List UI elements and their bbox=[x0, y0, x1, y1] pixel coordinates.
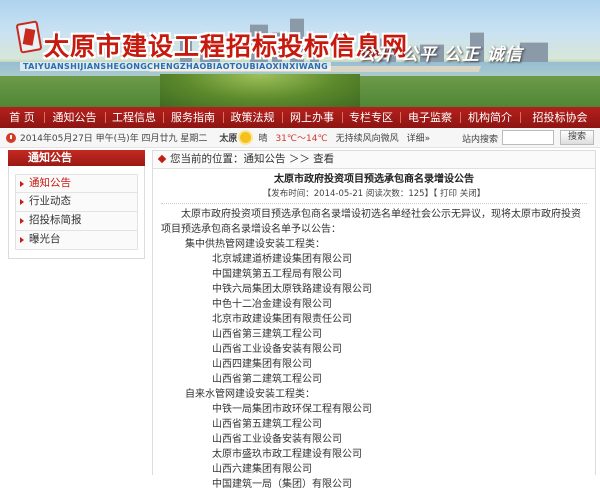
nav-association[interactable]: 招投标协会 bbox=[520, 107, 600, 128]
weather-condition: 晴 bbox=[258, 134, 268, 144]
company-item: 中国建筑第五工程局有限公司 bbox=[212, 269, 342, 280]
site-logo-icon bbox=[15, 20, 43, 54]
sidebar-item-industry-news[interactable]: 行业动态 bbox=[15, 193, 138, 212]
sidebar-item-exposure[interactable]: 曝光台 bbox=[15, 231, 138, 250]
arrow-right-icon bbox=[20, 218, 24, 224]
nav-online-service[interactable]: 网上办事 bbox=[282, 107, 342, 128]
weather-temperature: 31℃～14℃ bbox=[275, 134, 328, 144]
arrow-right-icon bbox=[20, 199, 24, 205]
nav-home[interactable]: 首 页 bbox=[0, 107, 44, 128]
company-item: 山西省工业设备安装有限公司 bbox=[212, 344, 342, 355]
search-button[interactable]: 搜索 bbox=[560, 130, 594, 145]
weather-wind: 无持续风向微风 bbox=[335, 134, 399, 144]
category-heading: 自来水管网建设安装工程类： bbox=[185, 389, 315, 400]
nav-about[interactable]: 机构简介 bbox=[460, 107, 520, 128]
nav-special-column[interactable]: 专栏专区 bbox=[342, 107, 400, 128]
site-title-pinyin: TAIYUANSHIJIANSHEGONGCHENGZHAOBIAOTOUBIA… bbox=[20, 62, 332, 71]
breadcrumb: 您当前的位置：通知公告 ＞＞ 查看 bbox=[153, 151, 595, 169]
weather-city: 太原 bbox=[219, 134, 238, 144]
arrow-right-icon bbox=[20, 181, 24, 187]
current-date: 2014年05月27日 甲午(马)年 四月廿九 星期二 bbox=[20, 134, 208, 144]
nav-e-supervision[interactable]: 电子监察 bbox=[400, 107, 460, 128]
company-item: 太原市盛玖市政工程建设有限公司 bbox=[212, 449, 362, 460]
article-meta: 【发布时间：2014-05-21 阅读次数：125】【 打印 关闭】 bbox=[161, 188, 587, 204]
site-title: 太原市建设工程招标投标信息网 bbox=[44, 32, 409, 61]
company-item: 山西省第三建筑工程公司 bbox=[212, 329, 322, 340]
company-item: 中铁六局集团太原铁路建设有限公司 bbox=[212, 284, 372, 295]
nav-notices[interactable]: 通知公告 bbox=[44, 107, 105, 128]
company-item: 山西省第二建筑工程公司 bbox=[212, 374, 322, 385]
company-item: 中铁一局集团市政环保工程有限公司 bbox=[212, 404, 372, 415]
sidebar-item-label: 曝光台 bbox=[29, 233, 61, 245]
sidebar-item-label: 行业动态 bbox=[29, 195, 71, 207]
company-item: 北京城建道桥建设集团有限公司 bbox=[212, 254, 352, 265]
company-item: 北京市政建设集团有限责任公司 bbox=[212, 314, 352, 325]
breadcrumb-text: 您当前的位置：通知公告 ＞＞ 查看 bbox=[170, 153, 335, 165]
banner-building bbox=[520, 42, 548, 62]
company-item: 山西省工业设备安装有限公司 bbox=[212, 434, 342, 445]
company-item: 中国建筑一局（集团）有限公司 bbox=[212, 479, 352, 490]
weather-detail-link[interactable]: 详细» bbox=[407, 131, 431, 144]
sidebar-menu: 通知公告 行业动态 招投标简报 曝光台 bbox=[8, 166, 145, 259]
article-title: 太原市政府投资项目预选承包商名录增设公告 bbox=[274, 174, 474, 185]
search-input[interactable] bbox=[502, 130, 554, 145]
search-label: 站内搜索 bbox=[462, 135, 499, 145]
main-nav: 首 页 通知公告 工程信息 服务指南 政策法规 网上办事 专栏专区 电子监察 机… bbox=[0, 107, 600, 128]
sidebar-item-label: 招投标简报 bbox=[29, 214, 82, 226]
sun-icon bbox=[240, 132, 252, 143]
sidebar-item-label: 通知公告 bbox=[29, 177, 71, 189]
clock-icon bbox=[6, 132, 16, 143]
arrow-right-icon bbox=[20, 237, 24, 243]
company-item: 山西省第五建筑工程公司 bbox=[212, 419, 322, 430]
sidebar-item-bulletin[interactable]: 招投标简报 bbox=[15, 212, 138, 231]
company-item: 山西四建集团有限公司 bbox=[212, 359, 312, 370]
company-item: 中色十二冶金建设有限公司 bbox=[212, 299, 332, 310]
location-icon bbox=[157, 154, 167, 164]
sidebar-item-notices[interactable]: 通知公告 bbox=[15, 174, 138, 193]
sidebar: 通知公告 通知公告 行业动态 招投标简报 曝光台 bbox=[8, 150, 145, 259]
article-body: 太原市政府投资项目预选承包商名录增设初选名单经社会公示无异议，现将太原市政府投资… bbox=[153, 204, 595, 492]
category-heading: 集中供热管网建设安装工程类： bbox=[185, 239, 325, 250]
banner-garden bbox=[160, 74, 360, 107]
site-banner: 太原市建设工程招标投标信息网 TAIYUANSHIJIANSHEGONGCHEN… bbox=[0, 0, 600, 107]
article-panel: 您当前的位置：通知公告 ＞＞ 查看 太原市政府投资项目预选承包商名录增设公告 【… bbox=[152, 150, 596, 490]
nav-project-info[interactable]: 工程信息 bbox=[105, 107, 163, 128]
info-bar: 2014年05月27日 甲午(马)年 四月廿九 星期二 太原 晴 31℃～14℃… bbox=[0, 128, 600, 148]
sidebar-heading: 通知公告 bbox=[8, 150, 145, 166]
site-slogan: 公开 公平 公正 诚信 bbox=[358, 45, 523, 65]
nav-policies[interactable]: 政策法规 bbox=[223, 107, 282, 128]
article-intro: 太原市政府投资项目预选承包商名录增设初选名单经社会公示无异议，现将太原市政府投资… bbox=[161, 209, 581, 235]
nav-service-guide[interactable]: 服务指南 bbox=[163, 107, 223, 128]
